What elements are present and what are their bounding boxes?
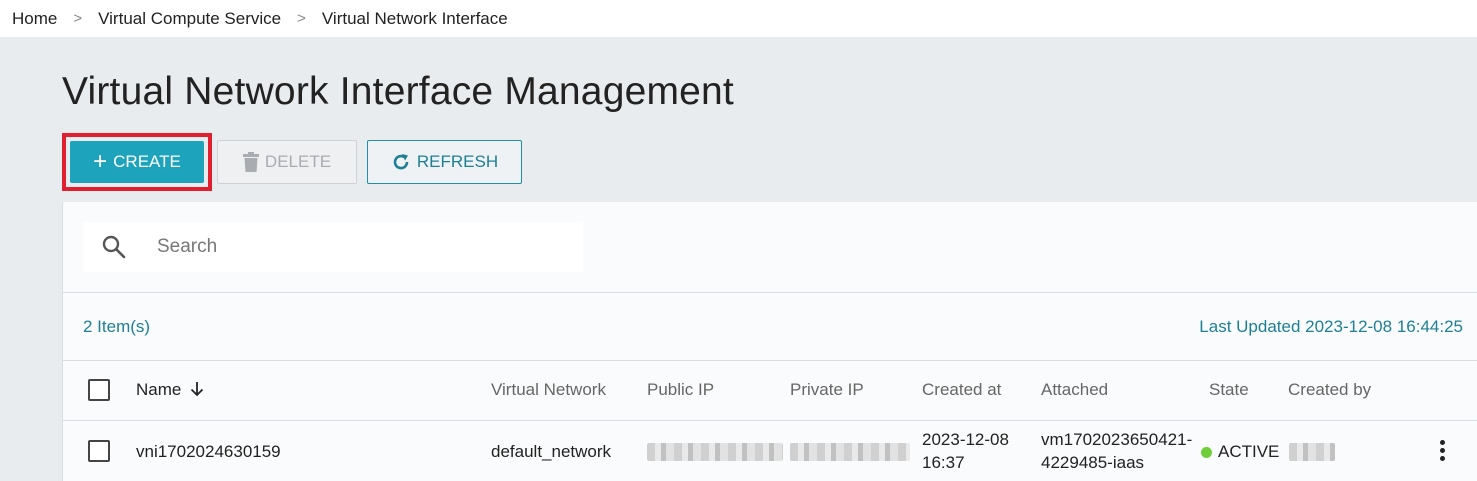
delete-button[interactable]: DELETE bbox=[217, 140, 357, 184]
row-checkbox[interactable] bbox=[88, 440, 110, 462]
breadcrumb-current: Virtual Network Interface bbox=[321, 8, 508, 28]
breadcrumb-service-link[interactable]: Virtual Compute Service bbox=[98, 9, 281, 29]
row-attached[interactable]: vm1702023650421- 4229485-iaas bbox=[1041, 428, 1192, 474]
refresh-icon bbox=[393, 154, 409, 170]
column-header-attached[interactable]: Attached bbox=[1041, 380, 1108, 400]
refresh-button[interactable]: REFRESH bbox=[367, 140, 522, 184]
row-attached-line2: 4229485-iaas bbox=[1041, 453, 1145, 472]
search-icon bbox=[102, 235, 126, 259]
more-options-icon[interactable] bbox=[1440, 440, 1446, 464]
breadcrumb: Home > Virtual Compute Service > Virtual… bbox=[0, 0, 1477, 37]
create-button-label: CREATE bbox=[113, 152, 181, 171]
plus-icon: + bbox=[93, 148, 108, 175]
row-created-at: 2023-12-08 16:37 bbox=[922, 428, 1009, 474]
breadcrumb-separator: > bbox=[297, 10, 306, 27]
create-button[interactable]: + CREATE bbox=[70, 141, 204, 183]
row-created-at-date: 2023-12-08 bbox=[922, 430, 1009, 449]
row-virtual-network: default_network bbox=[491, 442, 612, 461]
last-updated: Last Updated 2023-12-08 16:44:25 bbox=[1199, 317, 1463, 336]
divider bbox=[63, 360, 1477, 361]
row-name[interactable]: vni1702024630159 bbox=[136, 440, 281, 463]
status-badge: ACTIVE bbox=[1218, 442, 1280, 461]
public-ip-redacted bbox=[647, 443, 783, 461]
column-name-label: Name bbox=[136, 380, 182, 399]
breadcrumb-separator: > bbox=[73, 10, 83, 27]
column-header-public-ip[interactable]: Public IP bbox=[647, 380, 714, 400]
create-button-highlight: + CREATE bbox=[62, 133, 212, 191]
breadcrumb-home-link[interactable]: Home bbox=[12, 9, 57, 29]
row-created-at-time: 16:37 bbox=[922, 453, 965, 472]
divider bbox=[63, 292, 1477, 293]
item-count: 2 Item(s) bbox=[83, 317, 151, 336]
refresh-button-label: REFRESH bbox=[416, 152, 499, 171]
trash-icon bbox=[242, 152, 259, 172]
search-bar bbox=[83, 222, 583, 272]
column-header-name[interactable]: Name bbox=[136, 380, 204, 400]
private-ip-redacted bbox=[790, 443, 910, 461]
action-toolbar: + CREATE DELETE REFRESH bbox=[62, 133, 522, 191]
divider bbox=[63, 420, 1477, 421]
column-header-created-by[interactable]: Created by bbox=[1288, 380, 1371, 400]
row-state: ACTIVE bbox=[1201, 440, 1279, 463]
delete-button-label: DELETE bbox=[264, 152, 332, 171]
status-dot bbox=[1201, 447, 1212, 459]
column-header-created-at[interactable]: Created at bbox=[922, 380, 1001, 400]
row-attached-line1: vm1702023650421- bbox=[1041, 430, 1193, 449]
select-all-checkbox[interactable] bbox=[88, 379, 110, 401]
column-header-virtual-network[interactable]: Virtual Network bbox=[491, 380, 606, 400]
arrow-down-icon bbox=[190, 382, 204, 397]
column-header-state[interactable]: State bbox=[1209, 380, 1249, 400]
page-title: Virtual Network Interface Management bbox=[62, 70, 734, 113]
created-by-redacted bbox=[1289, 443, 1335, 461]
column-header-private-ip[interactable]: Private IP bbox=[790, 380, 864, 400]
vni-table-panel: 2 Item(s) Last Updated 2023-12-08 16:44:… bbox=[62, 202, 1477, 481]
search-input[interactable] bbox=[157, 236, 557, 258]
